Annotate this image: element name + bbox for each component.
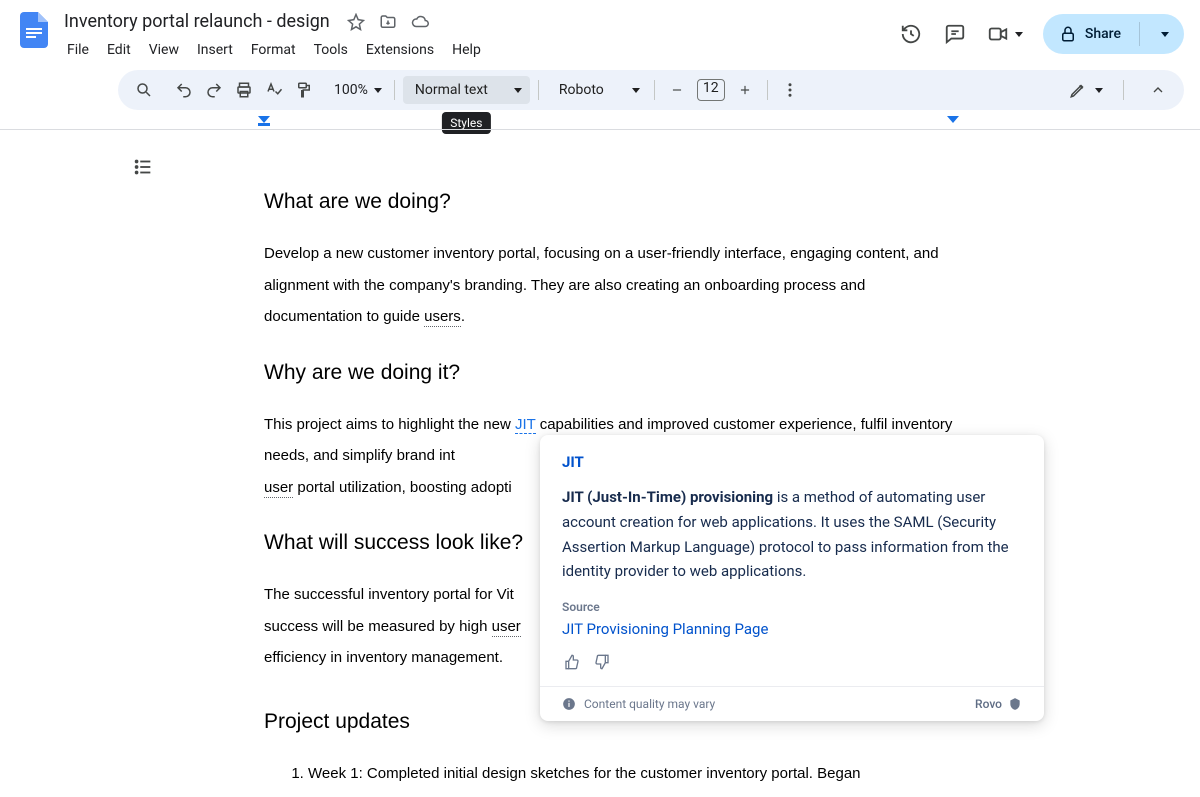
ordered-list[interactable]: Week 1: Completed initial design sketche… bbox=[264, 758, 960, 790]
increase-font-icon[interactable] bbox=[731, 76, 759, 104]
paint-format-icon[interactable] bbox=[290, 76, 318, 104]
zoom-dropdown[interactable]: 100% bbox=[330, 82, 386, 98]
paragraph[interactable]: Develop a new customer inventory portal,… bbox=[264, 238, 960, 333]
docs-logo-icon[interactable] bbox=[16, 12, 52, 48]
collapse-toolbar-icon[interactable] bbox=[1144, 76, 1172, 104]
info-icon bbox=[562, 697, 576, 711]
decrease-font-icon[interactable] bbox=[663, 76, 691, 104]
chevron-down-icon bbox=[374, 88, 382, 93]
popup-brand[interactable]: Rovo bbox=[975, 697, 1022, 711]
search-icon[interactable] bbox=[130, 76, 158, 104]
lock-icon bbox=[1059, 25, 1077, 43]
styles-label: Normal text bbox=[415, 82, 488, 98]
chevron-down-icon bbox=[1095, 88, 1103, 93]
menu-view[interactable]: View bbox=[142, 38, 186, 62]
title-area: Inventory portal relaunch - design File … bbox=[60, 8, 899, 62]
zoom-value: 100% bbox=[334, 82, 368, 98]
history-icon[interactable] bbox=[899, 22, 923, 46]
popup-body: JIT (Just-In-Time) provisioning is a met… bbox=[562, 485, 1022, 584]
menu-insert[interactable]: Insert bbox=[190, 38, 240, 62]
heading-why-doing[interactable]: Why are we doing it? bbox=[264, 361, 960, 385]
share-dropdown[interactable] bbox=[1148, 14, 1182, 54]
comments-icon[interactable] bbox=[943, 22, 967, 46]
document-canvas: What are we doing? Develop a new custome… bbox=[0, 130, 1200, 789]
ruler[interactable] bbox=[0, 116, 1200, 130]
menu-format[interactable]: Format bbox=[244, 38, 303, 62]
star-icon[interactable] bbox=[346, 12, 366, 32]
definition-popup: JIT JIT (Just-In-Time) provisioning is a… bbox=[540, 435, 1044, 721]
chevron-down-icon bbox=[632, 88, 640, 93]
indent-marker-right-icon[interactable] bbox=[947, 116, 959, 131]
defined-term-user[interactable]: user bbox=[492, 618, 521, 637]
document-title[interactable]: Inventory portal relaunch - design bbox=[60, 8, 334, 36]
source-link[interactable]: JIT Provisioning Planning Page bbox=[562, 620, 1022, 638]
defined-term-jit[interactable]: JIT bbox=[515, 416, 536, 434]
menu-help[interactable]: Help bbox=[445, 38, 488, 62]
chevron-down-icon bbox=[1015, 32, 1023, 37]
menu-tools[interactable]: Tools bbox=[307, 38, 355, 62]
share-button[interactable]: Share bbox=[1043, 14, 1184, 54]
thumbs-down-icon[interactable] bbox=[592, 652, 612, 672]
meet-button[interactable] bbox=[987, 23, 1023, 45]
pencil-icon bbox=[1069, 81, 1087, 99]
defined-term-user[interactable]: user bbox=[264, 479, 293, 498]
thumbs-up-icon[interactable] bbox=[562, 652, 582, 672]
move-folder-icon[interactable] bbox=[378, 12, 398, 32]
popup-term: JIT bbox=[562, 453, 1022, 471]
editing-mode-dropdown[interactable] bbox=[1069, 81, 1103, 99]
toolbar: 100% Normal text Styles Roboto 12 bbox=[118, 70, 1184, 110]
source-label: Source bbox=[562, 600, 1022, 614]
chevron-down-icon bbox=[1161, 32, 1169, 37]
font-dropdown[interactable]: Roboto bbox=[547, 82, 646, 98]
font-size-input[interactable]: 12 bbox=[697, 79, 725, 101]
share-label: Share bbox=[1085, 26, 1121, 42]
undo-icon[interactable] bbox=[170, 76, 198, 104]
font-size-control: 12 bbox=[663, 76, 759, 104]
chevron-down-icon bbox=[514, 88, 522, 93]
menubar: File Edit View Insert Format Tools Exten… bbox=[60, 38, 899, 62]
font-label: Roboto bbox=[559, 82, 604, 98]
print-icon[interactable] bbox=[230, 76, 258, 104]
outline-toggle-icon[interactable] bbox=[132, 156, 156, 180]
header-actions: Share bbox=[899, 8, 1184, 54]
menu-file[interactable]: File bbox=[60, 38, 96, 62]
styles-dropdown[interactable]: Normal text Styles bbox=[403, 76, 530, 104]
list-item[interactable]: Week 1: Completed initial design sketche… bbox=[308, 758, 960, 790]
footer-note: Content quality may vary bbox=[584, 697, 715, 711]
defined-term-users[interactable]: users bbox=[424, 308, 461, 327]
menu-extensions[interactable]: Extensions bbox=[359, 38, 441, 62]
spellcheck-icon[interactable] bbox=[260, 76, 288, 104]
heading-what-doing[interactable]: What are we doing? bbox=[264, 190, 960, 214]
popup-footer: Content quality may vary Rovo bbox=[540, 686, 1044, 721]
app-header: Inventory portal relaunch - design File … bbox=[0, 0, 1200, 62]
feedback-row bbox=[562, 652, 1022, 672]
cloud-status-icon[interactable] bbox=[410, 12, 430, 32]
rovo-icon bbox=[1008, 697, 1022, 711]
menu-edit[interactable]: Edit bbox=[100, 38, 138, 62]
redo-icon[interactable] bbox=[200, 76, 228, 104]
indent-marker-left-icon[interactable] bbox=[258, 116, 270, 131]
more-options-icon[interactable] bbox=[776, 76, 804, 104]
